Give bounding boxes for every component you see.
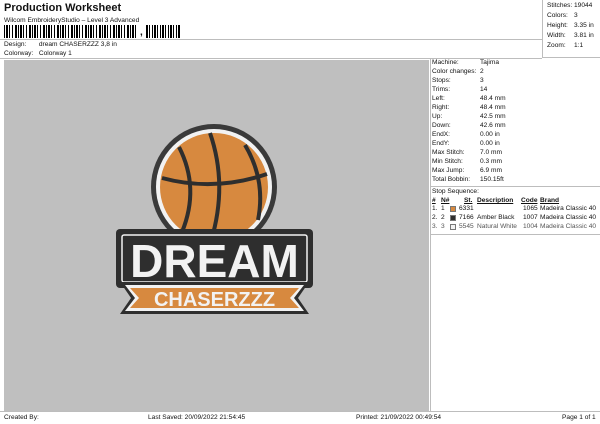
panel-divider [431, 186, 600, 187]
embroidery-design: DREAM CHASERZZZ [116, 124, 313, 314]
color-swatch [450, 215, 456, 221]
design-label: Design: [4, 41, 27, 48]
col-num: # [432, 197, 436, 204]
stops-row: Stops: 3 [432, 77, 484, 84]
design-bottom-text: CHASERZZZ [154, 289, 275, 311]
endy-row: EndY: 0.00 in [432, 140, 500, 147]
col-st: St. [464, 197, 473, 204]
worksheet-header: Production Worksheet Wilcom EmbroiderySt… [0, 0, 542, 58]
color-swatch [450, 224, 456, 230]
right-row: Right: 48.4 mm [432, 104, 506, 111]
worksheet-footer: Created By: Last Saved: 20/09/2022 21:54… [0, 411, 600, 424]
stat-zoom: Zoom: 1:1 [547, 42, 584, 49]
colorway-value: Colorway 1 [38, 50, 72, 57]
up-row: Up: 42.5 mm [432, 113, 506, 120]
total-bobbin-row: Total Bobbin: 150.15ft [432, 176, 504, 183]
max-stitch-row: Max Stitch: 7.0 mm [432, 149, 502, 156]
color-swatch [450, 206, 456, 212]
barcode [4, 25, 138, 38]
page-number: Page 1 of 1 [562, 414, 596, 421]
max-jump-row: Max Jump: 6.9 mm [432, 167, 502, 174]
design-top-text: DREAM [130, 235, 299, 287]
dream-plate: DREAM [116, 229, 313, 288]
col-n: N# [441, 197, 450, 204]
trims-row: Trims: 14 [432, 86, 488, 93]
colorway-label: Colorway: [4, 50, 34, 57]
colorway-row: Colorway: Colorway 1 [4, 50, 72, 57]
printed-date: Printed: 21/09/2022 00:49:54 [356, 414, 442, 421]
endx-row: EndX: 0.00 in [432, 131, 500, 138]
stat-width: Width: 3.81 in [547, 32, 594, 39]
machine-row: Machine: Tajima [432, 59, 500, 66]
stat-height: Height: 3.35 in [547, 22, 594, 29]
down-row: Down: 42.6 mm [432, 122, 506, 129]
software-subtitle: Wilcom EmbroideryStudio – Level 3 Advanc… [4, 17, 140, 24]
stat-stitches: Stitches: 19044 [547, 2, 593, 9]
stats-box: Stitches: 19044 Colors: 3 Height: 3.35 in W… [542, 0, 600, 58]
stop-row: 3. 3 5545 Natural White 1004 Madeira Cla… [432, 223, 597, 230]
design-preview: DREAM CHASERZZZ [4, 60, 429, 411]
stat-colors: Colors: 3 [547, 12, 578, 19]
col-description: Description [477, 197, 514, 204]
last-saved: Last Saved: 20/09/2022 21:54:45 [148, 414, 246, 421]
barcode-secondary [146, 25, 180, 38]
min-stitch-row: Min Stitch: 0.3 mm [432, 158, 502, 165]
machine-info-panel: Machine: Tajima Color changes: 2 Stops: 3 T… [430, 58, 600, 411]
col-code: Code [521, 197, 538, 204]
stop-sequence-heading: Stop Sequence: [432, 188, 479, 195]
barcode-separator: , [140, 27, 143, 38]
col-brand: Brand [540, 197, 560, 204]
design-row: Design: dream CHASERZZZ 3,8 in [4, 41, 117, 48]
left-row: Left: 48.4 mm [432, 95, 506, 102]
created-by: Created By: [4, 414, 39, 421]
design-value: dream CHASERZZZ 3,8 in [38, 41, 117, 48]
header-divider [0, 39, 542, 40]
color-changes-row: Color changes: 2 [432, 68, 484, 75]
page-title: Production Worksheet [4, 2, 122, 14]
chaserzzz-banner: CHASERZZZ [120, 282, 309, 314]
panel-divider [431, 234, 600, 235]
